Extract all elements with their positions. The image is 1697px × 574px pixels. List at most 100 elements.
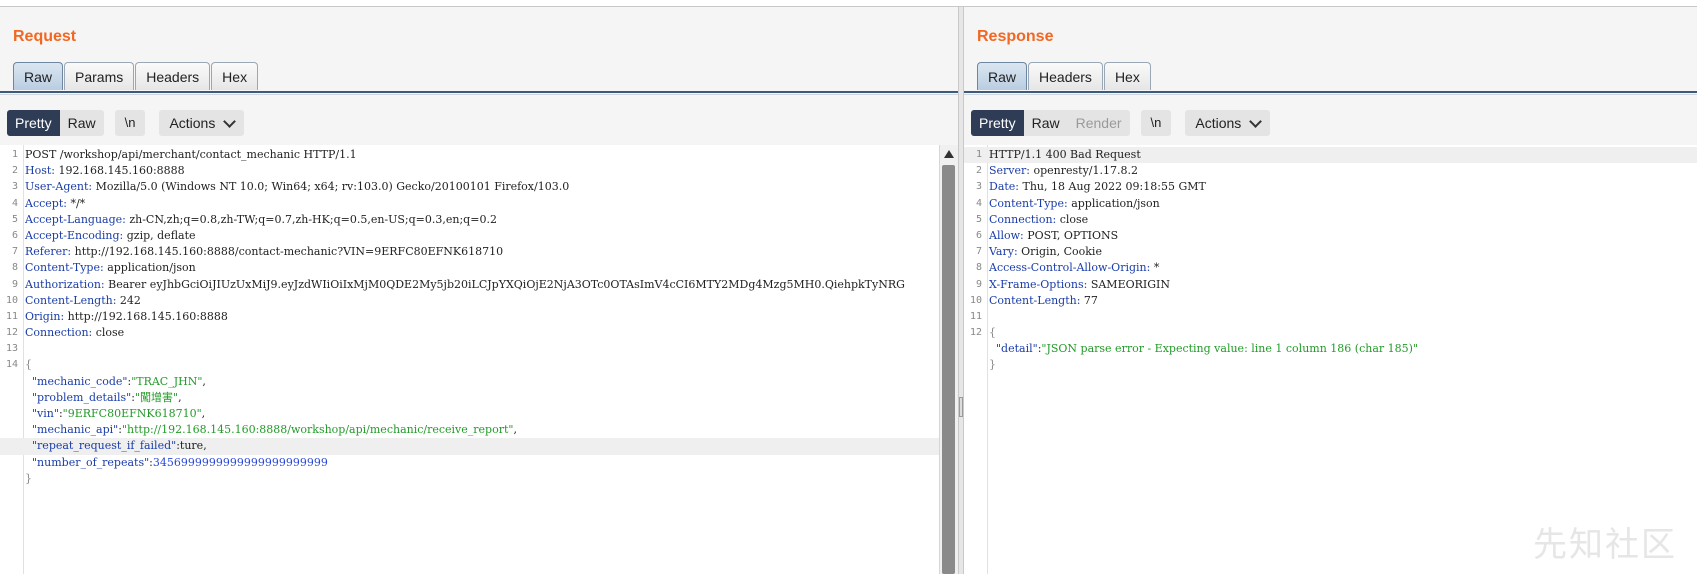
json-brace: {	[989, 325, 996, 341]
response-actions-button[interactable]: Actions	[1185, 110, 1271, 136]
json-line: "mechanic_api":"http://192.168.145.160:8…	[25, 422, 517, 438]
code-line: 12 Connection: close	[0, 325, 958, 341]
header-line: Content-Length: 77	[989, 293, 1098, 309]
request-tab-hex[interactable]: Hex	[211, 62, 259, 90]
code-line: 5 Connection: close	[964, 212, 1697, 228]
header-value: application/json	[103, 261, 196, 275]
header-line: Accept-Language: zh-CN,zh;q=0.8,zh-TW;q=…	[25, 212, 497, 228]
request-newline-toggle[interactable]: \n	[114, 110, 146, 136]
json-string-value: "JSON parse error - Expecting value: lin…	[1041, 342, 1418, 356]
request-raw-button[interactable]: Raw	[59, 110, 104, 136]
code-line: "vin":"9ERFC80EFNK618710",	[0, 406, 958, 422]
json-string-value: "http://192.168.145.160:8888/workshop/ap…	[121, 423, 514, 437]
header-value: zh-CN,zh;q=0.8,zh-TW;q=0.7,zh-HK;q=0.5,e…	[125, 212, 497, 226]
code-line: "mechanic_code":"TRAC_JHN",	[0, 374, 958, 390]
code-line: "repeat_request_if_failed":ture,	[0, 438, 958, 455]
code-line: 11	[964, 309, 1697, 325]
header-name: User-Agent:	[25, 180, 93, 194]
line-number: 1	[11, 149, 18, 160]
line-number: 14	[5, 359, 18, 371]
header-value: 77	[1080, 293, 1098, 307]
response-raw-button[interactable]: Raw	[1023, 110, 1068, 136]
line-number: 11	[5, 310, 18, 322]
code-line: 3 User-Agent: Mozilla/5.0 (Windows NT 10.…	[0, 179, 958, 195]
line-number: 13	[5, 343, 18, 355]
header-line: Content-Type: application/json	[25, 260, 196, 276]
header-value: Bearer eyJhbGciOiJIUzUxMiJ9.eyJzdWIiOiIx…	[104, 277, 905, 291]
line-number: 6	[975, 229, 982, 241]
request-toolbar: Pretty Raw \n Actions	[7, 110, 245, 136]
header-name: Content-Type:	[25, 261, 104, 275]
code-line: 3 Date: Thu, 18 Aug 2022 09:18:55 GMT	[964, 179, 1697, 195]
header-name: Accept:	[25, 196, 67, 210]
request-actions-button[interactable]: Actions	[159, 110, 245, 136]
line-number: 9	[11, 278, 18, 290]
request-editor[interactable]: 1 POST /workshop/api/merchant/contact_mec…	[0, 145, 958, 574]
splitter-grip-icon[interactable]	[959, 397, 963, 417]
response-tab-headers[interactable]: Headers	[1028, 62, 1103, 90]
request-pretty-button[interactable]: Pretty	[7, 110, 60, 136]
response-pretty-button[interactable]: Pretty	[971, 110, 1024, 136]
response-editor[interactable]: 1 HTTP/1.1 400 Bad Request 2 Server: openre…	[964, 145, 1697, 574]
header-value: application/json	[1067, 196, 1160, 210]
header-line: Access-Control-Allow-Origin: *	[989, 260, 1159, 276]
header-value: openresty/1.17.8.2	[1030, 164, 1138, 178]
json-key: "detail"	[989, 342, 1038, 356]
json-line: "repeat_request_if_failed":ture,	[25, 438, 207, 454]
response-tab-hex[interactable]: Hex	[1103, 62, 1151, 90]
json-line: "mechanic_code":"TRAC_JHN",	[25, 374, 206, 390]
code-line: 12 {	[964, 325, 1697, 341]
code-line: 2 Host: 192.168.145.160:8888	[0, 163, 958, 179]
line-number: 8	[975, 262, 982, 274]
header-name: Accept-Language:	[25, 212, 126, 226]
response-view-toggle: Pretty Raw Render	[971, 110, 1130, 136]
response-newline-toggle[interactable]: \n	[1140, 110, 1172, 136]
response-toolbar: Pretty Raw Render \n Actions	[971, 110, 1271, 136]
code-line: 11 Origin: http://192.168.145.160:8888	[0, 309, 958, 325]
request-vertical-scrollbar[interactable]	[939, 145, 958, 574]
response-tab-raw[interactable]: Raw	[977, 62, 1028, 90]
request-code: 1 POST /workshop/api/merchant/contact_mec…	[0, 147, 958, 487]
json-key: "repeat_request_if_failed"	[25, 439, 177, 453]
header-value: 192.168.145.160:8888	[55, 164, 185, 178]
json-line: "detail":"JSON parse error - Expecting v…	[989, 341, 1418, 357]
line-number: 8	[11, 262, 18, 274]
code-line: 7 Referer: http://192.168.145.160:8888/co…	[0, 244, 958, 260]
header-line: Vary: Origin, Cookie	[989, 244, 1102, 260]
request-actions-label: Actions	[169, 115, 216, 131]
line-number: 3	[975, 181, 982, 193]
header-name: Vary:	[989, 245, 1018, 259]
json-comma: ,	[203, 439, 207, 453]
code-line: 10 Content-Length: 77	[964, 293, 1697, 309]
line-number: 5	[975, 213, 982, 225]
request-view-toggle: Pretty Raw	[7, 110, 104, 136]
header-line: Content-Length: 242	[25, 293, 141, 309]
line-number: 12	[5, 327, 18, 339]
code-line: 8 Access-Control-Allow-Origin: *	[964, 260, 1697, 276]
header-line: Server: openresty/1.17.8.2	[989, 163, 1138, 179]
code-line: }	[964, 357, 1697, 373]
request-tab-raw[interactable]: Raw	[13, 62, 64, 90]
line-number: 2	[975, 165, 982, 177]
code-line: "problem_details":"闖增害",	[0, 390, 958, 406]
header-value: gzip, deflate	[123, 228, 196, 242]
code-line: 14 {	[0, 357, 958, 373]
response-actions-label: Actions	[1195, 115, 1242, 131]
scrollbar-thumb[interactable]	[942, 165, 955, 574]
header-line: Referer: http://192.168.145.160:8888/con…	[25, 244, 503, 260]
line-number: 1	[975, 149, 982, 160]
response-render-button[interactable]: Render	[1067, 110, 1130, 136]
header-line: Connection: close	[25, 325, 124, 341]
request-tab-params[interactable]: Params	[64, 62, 135, 90]
request-tab-headers[interactable]: Headers	[135, 62, 211, 90]
code-line: "detail":"JSON parse error - Expecting v…	[964, 341, 1697, 357]
json-line: "problem_details":"闖增害",	[25, 390, 182, 406]
header-line: User-Agent: Mozilla/5.0 (Windows NT 10.0…	[25, 179, 569, 195]
header-line: Host: 192.168.145.160:8888	[25, 163, 185, 179]
code-line: 4 Content-Type: application/json	[964, 196, 1697, 212]
header-name: Server:	[989, 164, 1030, 178]
tab-divider-shadow	[0, 94, 958, 95]
header-value: 242	[116, 293, 141, 307]
code-line: 1 HTTP/1.1 400 Bad Request	[964, 147, 1697, 164]
scroll-up-icon[interactable]	[944, 150, 954, 158]
